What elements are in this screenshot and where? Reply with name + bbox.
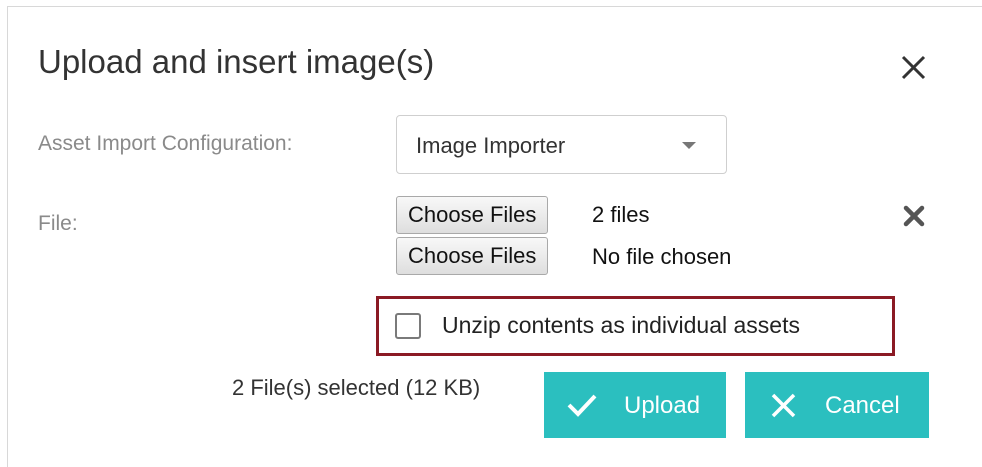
file-status-2: No file chosen	[592, 244, 732, 269]
asset-import-label: Asset Import Configuration:	[38, 132, 293, 155]
upload-button-label: Upload	[624, 392, 701, 419]
dialog-title: Upload and insert image(s)	[38, 43, 435, 80]
unzip-checkbox-label[interactable]: Unzip contents as individual assets	[442, 312, 800, 339]
upload-button[interactable]: Upload	[544, 372, 726, 438]
file-label: File:	[38, 212, 78, 235]
selected-files-summary: 2 File(s) selected (12 KB)	[232, 375, 481, 400]
choose-files-button-1[interactable]: Choose Files	[396, 196, 549, 234]
close-icon	[771, 393, 796, 418]
cancel-button-label: Cancel	[825, 392, 900, 419]
remove-icon[interactable]	[901, 203, 927, 229]
cancel-button[interactable]: Cancel	[745, 372, 929, 438]
caret-down-icon	[682, 142, 696, 149]
asset-import-selected-value: Image Importer	[416, 133, 566, 158]
unzip-checkbox[interactable]	[395, 313, 421, 339]
file-status-1: 2 files	[592, 202, 650, 227]
close-icon[interactable]	[893, 48, 933, 88]
choose-files-button-2[interactable]: Choose Files	[396, 237, 549, 275]
asset-import-select[interactable]: Image Importer	[396, 115, 727, 174]
checkmark-icon	[567, 394, 597, 417]
